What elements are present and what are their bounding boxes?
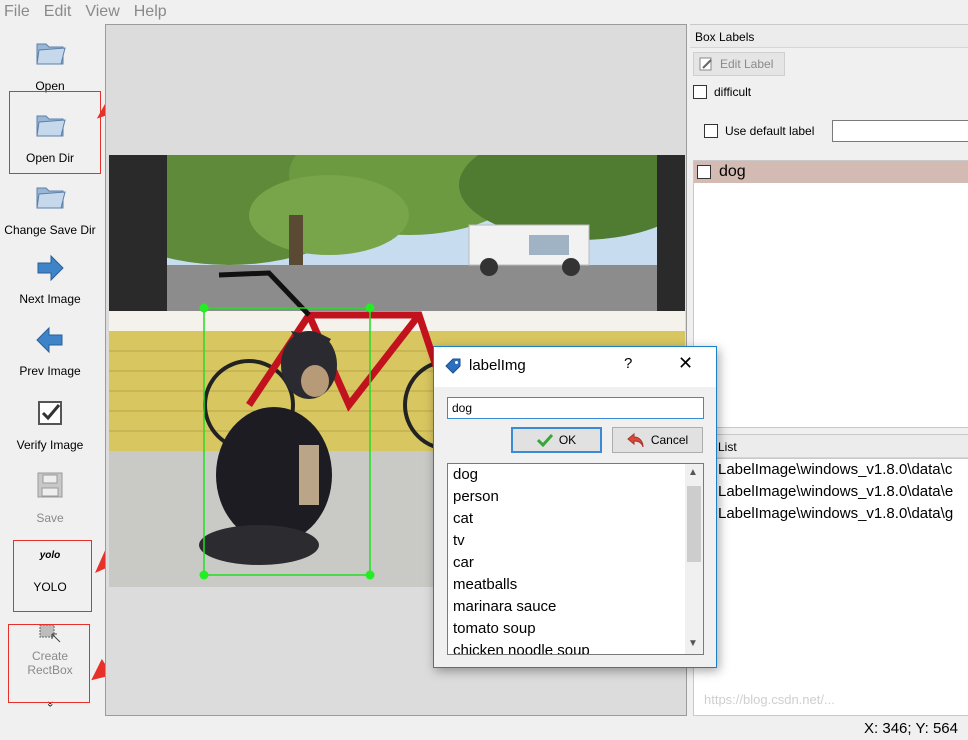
box-label-list[interactable]: dog [693, 160, 968, 428]
label-item-text: dog [719, 163, 746, 180]
file-list-item[interactable]: LabelImage\windows_v1.8.0\data\c [694, 459, 968, 481]
ok-label: OK [558, 433, 577, 447]
edit-icon [699, 57, 712, 71]
class-list[interactable]: dog person cat tv car meatballs marinara… [447, 463, 704, 655]
watermark: https://blog.csdn.net/... [704, 692, 835, 707]
box-labels-title: Box Labels [690, 24, 968, 48]
cancel-label: Cancel [650, 433, 689, 447]
right-panel: Box Labels Edit Label difficult Use defa… [690, 24, 968, 716]
use-default-label-checkbox[interactable] [704, 124, 718, 138]
help-button[interactable]: ? [624, 355, 632, 372]
class-list-item[interactable]: car [448, 552, 703, 574]
use-default-label-text: Use default label [725, 124, 815, 138]
label-text-input[interactable]: dog [447, 397, 704, 419]
ok-button[interactable]: OK [511, 427, 602, 453]
class-list-item[interactable]: cat [448, 508, 703, 530]
edit-label-text: Edit Label [720, 57, 774, 71]
labelimg-app-icon [445, 358, 461, 374]
close-button[interactable]: ✕ [678, 353, 693, 374]
label-item[interactable]: dog [694, 161, 968, 183]
difficult-label: difficult [714, 85, 752, 99]
checkmark-icon [536, 433, 553, 447]
class-list-item[interactable]: marinara sauce [448, 596, 703, 618]
scroll-down-icon[interactable]: ▼ [688, 638, 698, 649]
label-item-checkbox[interactable] [697, 165, 711, 179]
class-list-item[interactable]: person [448, 486, 703, 508]
cancel-button[interactable]: Cancel [612, 427, 703, 453]
file-list-title: List [690, 434, 968, 458]
class-list-item[interactable]: tomato soup [448, 618, 703, 640]
cursor-coordinates: X: 346; Y: 564 [864, 720, 958, 737]
file-list-item[interactable]: LabelImage\windows_v1.8.0\data\g [694, 503, 968, 525]
scrollbar-thumb[interactable] [687, 486, 701, 562]
class-list-item[interactable]: chicken noodle soup [448, 640, 703, 654]
file-list[interactable]: LabelImage\windows_v1.8.0\data\c LabelIm… [693, 458, 968, 716]
file-list-item[interactable]: LabelImage\windows_v1.8.0\data\e [694, 481, 968, 503]
class-list-item[interactable]: meatballs [448, 574, 703, 596]
dialog-titlebar: labelImg ? ✕ [434, 347, 716, 387]
class-list-item[interactable]: tv [448, 530, 703, 552]
difficult-checkbox[interactable] [693, 85, 707, 99]
default-label-input[interactable] [832, 120, 968, 142]
use-default-label-row[interactable]: Use default label [704, 124, 814, 138]
dialog-title: labelImg [469, 357, 526, 374]
undo-arrow-icon [627, 432, 644, 448]
label-dialog: labelImg ? ✕ dog OK Cancel dog person ca… [433, 346, 717, 668]
status-bar: https://blog.csdn.net/... X: 346; Y: 564 [0, 692, 968, 740]
difficult-checkbox-row[interactable]: difficult [693, 85, 751, 99]
scroll-up-icon[interactable]: ▲ [688, 467, 698, 478]
class-list-scrollbar[interactable]: ▲ ▼ [685, 464, 703, 654]
class-list-item[interactable]: dog [448, 464, 703, 486]
edit-label-button[interactable]: Edit Label [693, 52, 785, 76]
